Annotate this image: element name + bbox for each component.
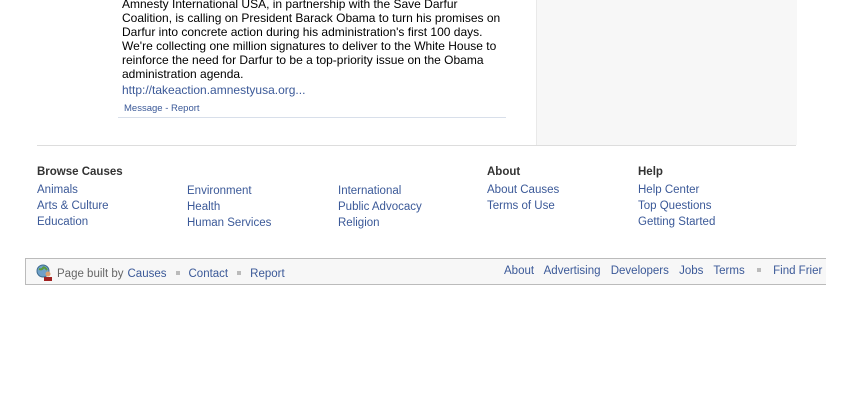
browse-causes-heading: Browse Causes [37, 166, 123, 178]
post-actions: Message - Report [118, 103, 506, 118]
find-friends-link[interactable]: Find Frier [773, 265, 822, 277]
cause-link[interactable]: Health [187, 201, 220, 213]
cause-link[interactable]: Human Services [187, 217, 271, 229]
page-footer-bar: Page built by Causes Contact Report Abou… [25, 258, 826, 285]
causes-link[interactable]: Causes [128, 268, 167, 280]
cause-link[interactable]: Arts & Culture [37, 200, 109, 212]
report-link[interactable]: Report [171, 103, 200, 114]
footer-jobs-link[interactable]: Jobs [679, 265, 703, 277]
browse-causes-col2: Environment Health Human Services [187, 183, 271, 231]
footer-developers-link[interactable]: Developers [611, 265, 669, 277]
browse-causes-col1: Browse Causes Animals Arts & Culture Edu… [37, 166, 123, 230]
getting-started-link[interactable]: Getting Started [638, 216, 715, 228]
built-by-text: Page built by [57, 268, 124, 280]
about-heading: About [487, 166, 521, 178]
cause-link[interactable]: International [338, 185, 401, 197]
causes-app-icon [36, 264, 53, 284]
terms-of-use-link[interactable]: Terms of Use [487, 200, 555, 212]
separator: - [165, 103, 169, 114]
right-sidebar-panel [536, 0, 797, 145]
separator [237, 271, 242, 275]
post-body: Amnesty International USA, in partnershi… [122, 0, 501, 81]
footer-terms-link[interactable]: Terms [713, 265, 744, 277]
top-questions-link[interactable]: Top Questions [638, 200, 712, 212]
cause-link[interactable]: Animals [37, 184, 78, 196]
separator [175, 271, 180, 275]
browse-causes-col3: International Public Advocacy Religion [338, 183, 422, 231]
cause-link[interactable]: Environment [187, 185, 252, 197]
footer-about-link[interactable]: About [504, 265, 534, 277]
cause-link[interactable]: Public Advocacy [338, 201, 422, 213]
divider [37, 145, 796, 146]
help-heading: Help [638, 166, 663, 178]
help-center-link[interactable]: Help Center [638, 184, 699, 196]
cause-link[interactable]: Education [37, 216, 88, 228]
help-col: Help Help Center Top Questions Getting S… [638, 166, 715, 230]
about-causes-link[interactable]: About Causes [487, 184, 559, 196]
message-link[interactable]: Message [124, 103, 163, 114]
report-link[interactable]: Report [250, 268, 285, 280]
separator [756, 267, 761, 272]
footer-advertising-link[interactable]: Advertising [544, 265, 601, 277]
post-link[interactable]: http://takeaction.amnestyusa.org... [118, 83, 506, 97]
about-col: About About Causes Terms of Use [487, 166, 559, 214]
wall-post: Amnesty International USA, in partnershi… [118, 0, 506, 118]
contact-link[interactable]: Contact [189, 268, 229, 280]
cause-link[interactable]: Religion [338, 217, 380, 229]
